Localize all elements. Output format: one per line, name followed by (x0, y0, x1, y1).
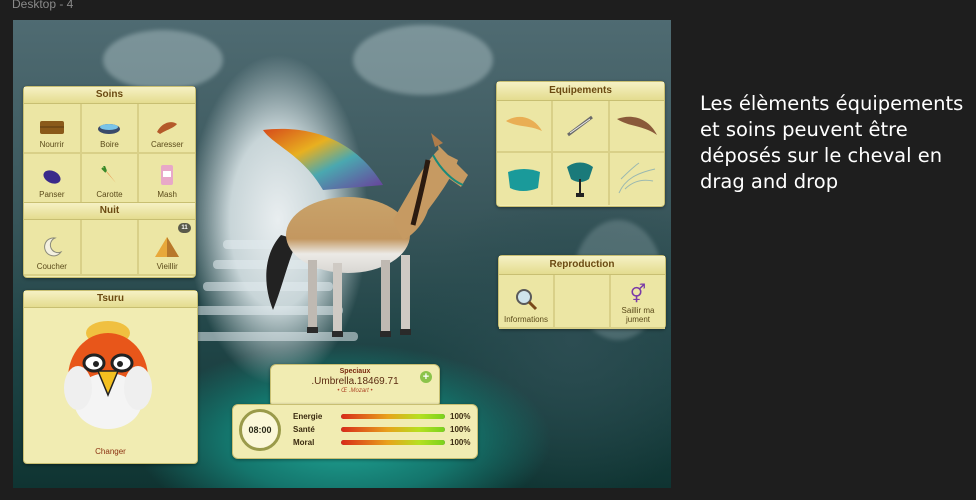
moon-icon (43, 237, 63, 257)
energie-bar (341, 414, 445, 419)
time-ring: 08:00 (239, 409, 281, 451)
sante-bar-fill (341, 427, 445, 432)
horse-info-card: Speciaux .Umbrella.18469.71 • Œ .Mozart … (270, 364, 440, 408)
time-display: 08:00 (248, 425, 272, 435)
horse-affix: • Œ .Mozart • (337, 388, 373, 394)
soin-item-panser[interactable]: Panser (24, 154, 80, 202)
stat-label: Energie (293, 412, 323, 421)
caress-hand-icon (157, 122, 178, 134)
annotation-text: Les élèments équipements et soins peuven… (700, 92, 964, 193)
magnifier-icon (516, 289, 538, 311)
horse-stats-panel: 08:00 Energie 100% Santé 100% Moral 100% (232, 404, 478, 459)
horse-leg (381, 260, 390, 335)
tsuru-bird-avatar[interactable] (58, 313, 158, 433)
brush-icon (43, 170, 61, 184)
equipement-item[interactable] (553, 101, 608, 151)
soin-item-boire[interactable]: Boire (81, 104, 138, 152)
soin-label: Nourrir (39, 140, 65, 149)
reproduction-panel: Reproduction Informations ⚥ Saillir ma j… (498, 255, 666, 329)
sante-bar (341, 427, 445, 432)
mash-bag-icon (161, 165, 174, 185)
equipement-item[interactable] (609, 153, 664, 205)
nuit-label: Vieillir (156, 262, 178, 271)
nuit-label: Coucher (36, 262, 67, 271)
reproduction-label: Informations (503, 315, 549, 324)
horse-name: .Umbrella.18469.71 (311, 376, 399, 387)
soin-label: Mash (157, 190, 177, 199)
cave-rock (103, 30, 223, 90)
equipement-item[interactable] (609, 101, 664, 151)
add-button[interactable]: + (420, 371, 432, 383)
companion-title: Tsuru (24, 291, 197, 308)
nuit-item-coucher[interactable]: Coucher (24, 220, 80, 274)
stat-label: Santé (293, 425, 315, 434)
equipement-item[interactable] (497, 153, 552, 205)
hay-bale-icon (39, 121, 64, 134)
stat-label: Moral (293, 438, 315, 447)
equipements-panel: Equipements (496, 81, 665, 207)
nuit-item-empty (81, 220, 138, 274)
saddle-icon (567, 162, 594, 197)
horse-leg (333, 263, 342, 335)
wings-brown-icon (616, 116, 657, 135)
soin-item-mash[interactable]: Mash (139, 154, 195, 202)
soin-label: Panser (39, 190, 65, 199)
reproduction-title: Reproduction (499, 256, 665, 275)
pegasus-horse[interactable] (263, 115, 473, 340)
nuit-item-vieillir[interactable]: 11 Vieillir (139, 220, 195, 274)
soin-item-carotte[interactable]: Carotte (81, 154, 138, 202)
change-companion-button[interactable]: Changer (24, 447, 197, 456)
stat-row-energie: Energie 100% (293, 412, 470, 421)
plus-icon: + (422, 371, 430, 383)
stat-value: 100% (450, 412, 471, 421)
saddle-pad-icon (508, 169, 541, 191)
horse-leg (308, 260, 317, 330)
pyramid-icon (155, 237, 180, 257)
soins-title: Soins (24, 87, 195, 104)
vieillir-badge: 11 (178, 223, 191, 233)
equipement-item[interactable] (553, 153, 608, 205)
nuit-title: Nuit (24, 202, 195, 220)
equipements-grid (497, 101, 664, 205)
frame-label: Desktop - 4 (12, 0, 74, 11)
flute-icon (567, 115, 594, 137)
energie-bar-fill (341, 414, 445, 419)
stat-value: 100% (450, 438, 471, 447)
soins-panel: Soins Nourrir Boire Caresser Panser Caro… (23, 86, 196, 278)
reproduction-grid: Informations ⚥ Saillir ma jument (499, 275, 665, 329)
wing-icon (263, 128, 383, 190)
reproduction-label: Saillir ma jument (621, 306, 655, 324)
equipements-title: Equipements (497, 82, 664, 101)
moral-bar (341, 440, 445, 445)
soin-label: Caresser (150, 140, 184, 149)
equipement-item[interactable] (497, 101, 552, 151)
moral-bar-fill (341, 440, 445, 445)
gender-icon: ⚥ (629, 284, 647, 305)
wings-outline-icon (618, 162, 655, 194)
soin-label: Boire (100, 140, 119, 149)
reproduction-item-saillir[interactable]: ⚥ Saillir ma jument (611, 275, 665, 327)
reproduction-item-empty (555, 275, 609, 327)
soin-item-nourrir[interactable]: Nourrir (24, 104, 80, 152)
carrot-icon (101, 166, 117, 183)
soin-label: Carotte (96, 190, 123, 199)
stat-row-sante: Santé 100% (293, 425, 470, 434)
companion-panel: Tsuru Changer (23, 290, 198, 464)
cave-rock (353, 25, 493, 95)
horse-body (286, 197, 410, 273)
reproduction-item-informations[interactable]: Informations (499, 275, 553, 327)
nuit-grid: Coucher 11 Vieillir (24, 220, 195, 276)
stat-value: 100% (450, 425, 471, 434)
horse-category: Speciaux (339, 368, 371, 375)
water-bowl-icon (98, 124, 121, 134)
soin-item-caresser[interactable]: Caresser (139, 104, 195, 152)
soins-grid: Nourrir Boire Caresser Panser Carotte Ma… (24, 104, 195, 202)
horse-leg (401, 255, 410, 333)
stat-row-moral: Moral 100% (293, 438, 470, 447)
wings-orange-icon (506, 116, 543, 131)
